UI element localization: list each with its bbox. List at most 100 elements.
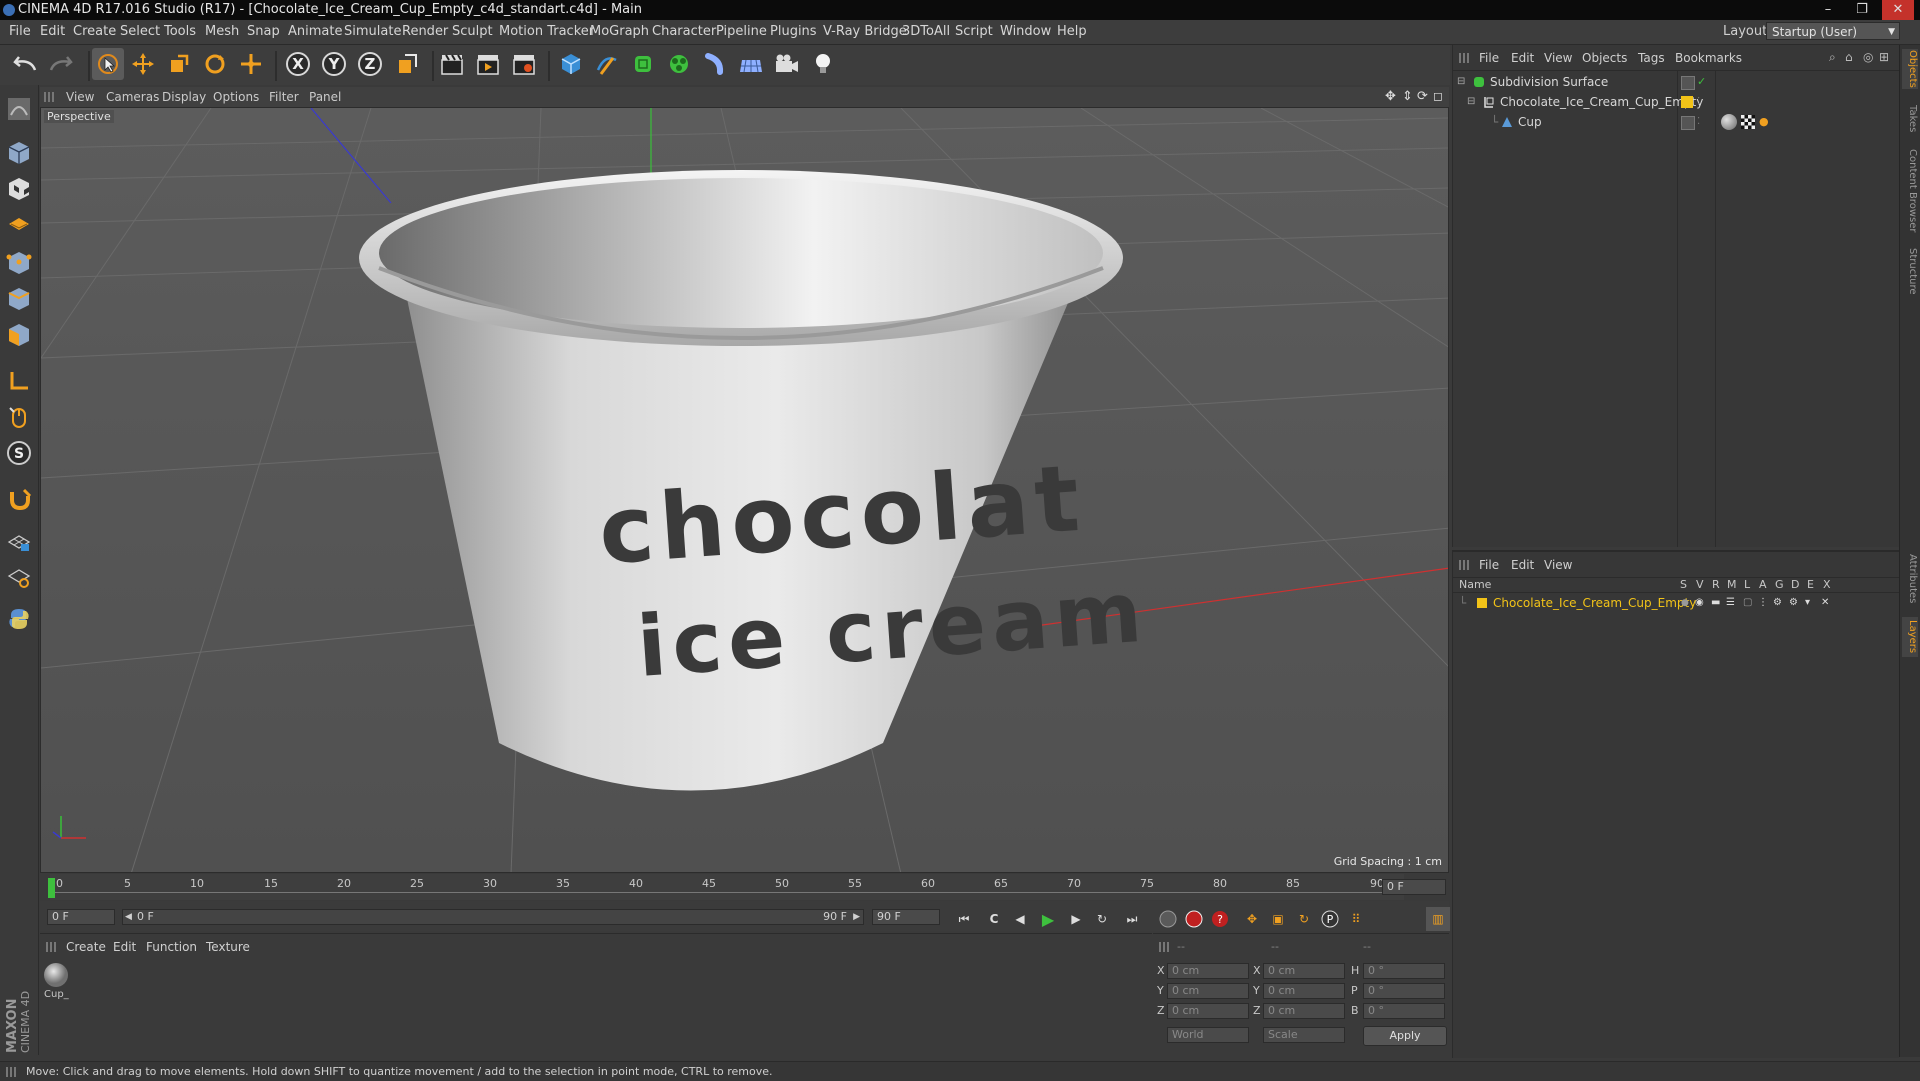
polygons-mode-button[interactable] (3, 319, 35, 351)
mat-menu-texture[interactable]: Texture (206, 940, 250, 954)
object-row-subdivision-surface[interactable]: ⊟ Subdivision Surface ✓ (1453, 73, 1899, 91)
vp-menu-filter[interactable]: Filter (269, 90, 299, 104)
keyframe-button[interactable] (1156, 907, 1180, 931)
vp-menu-cameras[interactable]: Cameras (106, 90, 159, 104)
tab-takes[interactable]: Takes (1902, 101, 1918, 137)
menu-select[interactable]: Select (120, 24, 160, 39)
rot-b-field[interactable]: 0 ° (1363, 1003, 1445, 1019)
menu-sculpt[interactable]: Sculpt (452, 24, 493, 39)
redo-button[interactable] (44, 48, 76, 80)
key-parameter-button[interactable]: P (1318, 907, 1342, 931)
layer-menu-edit[interactable]: Edit (1511, 558, 1534, 572)
menu-mesh[interactable]: Mesh (205, 24, 239, 39)
viewport-maximize-icon[interactable]: ◻ (1433, 89, 1443, 103)
texture-tag-icon[interactable] (1741, 115, 1755, 129)
om-menu-view[interactable]: View (1544, 51, 1572, 65)
timeline-ruler[interactable]: 0 5 10 15 20 25 30 35 40 45 50 55 60 65 … (40, 874, 1449, 901)
make-editable-button[interactable] (3, 93, 35, 125)
menu-animate[interactable]: Animate (288, 24, 342, 39)
live-selection-button[interactable] (92, 48, 124, 80)
previous-frame-button[interactable]: ◀ (1008, 907, 1032, 931)
pos-z-field[interactable]: 0 cm (1167, 1003, 1249, 1019)
cloner-button[interactable] (663, 48, 695, 80)
menu-simulate[interactable]: Simulate (344, 24, 401, 39)
layer-row[interactable]: └ Chocolate_Ice_Cream_Cup_Empty ● ◉ ▬ ☰ … (1453, 594, 1899, 612)
viewport-dolly-icon[interactable]: ⇕ (1402, 89, 1413, 104)
next-key-button[interactable]: ↻ (1090, 907, 1114, 931)
size-x-field[interactable]: 0 cm (1263, 963, 1345, 979)
auto-key-button[interactable]: ? (1208, 907, 1232, 931)
snap-button[interactable]: S (3, 437, 35, 469)
search-icon[interactable]: ⌕ (1829, 50, 1836, 65)
play-button[interactable]: ▶ (1036, 907, 1060, 931)
om-menu-objects[interactable]: Objects (1582, 51, 1627, 65)
rot-p-field[interactable]: 0 ° (1363, 983, 1445, 999)
viewport-move-icon[interactable]: ✥ (1385, 89, 1396, 104)
viewport-camera-label[interactable]: Perspective (44, 110, 114, 123)
workplane-mode-button[interactable] (3, 209, 35, 241)
menu-tools[interactable]: Tools (164, 24, 196, 39)
om-menu-bookmarks[interactable]: Bookmarks (1675, 51, 1742, 65)
next-frame-button[interactable]: ▶ (1064, 907, 1088, 931)
pin-icon[interactable]: ◎ (1863, 50, 1873, 64)
previous-key-button[interactable]: C (982, 907, 1006, 931)
om-menu-file[interactable]: File (1479, 51, 1499, 65)
axis-mode-button[interactable] (3, 365, 35, 397)
layer-menu-view[interactable]: View (1544, 558, 1572, 572)
mat-menu-edit[interactable]: Edit (113, 940, 136, 954)
go-to-end-button[interactable]: ⏭ (1120, 907, 1144, 931)
dot-toggle-icon[interactable]: ⁚ (1697, 113, 1700, 131)
menu-snap[interactable]: Snap (247, 24, 280, 39)
mat-menu-create[interactable]: Create (66, 940, 106, 954)
key-scale-button[interactable]: ▣ (1266, 907, 1290, 931)
current-frame-field[interactable]: 0 F (1382, 879, 1446, 895)
deformer-button[interactable] (699, 48, 731, 80)
start-frame-field[interactable]: 0 F (47, 909, 115, 925)
size-y-field[interactable]: 0 cm (1263, 983, 1345, 999)
visibility-toggle-icon[interactable] (1681, 76, 1695, 90)
layer-color-swatch[interactable] (1477, 598, 1487, 608)
floor-scene-button[interactable] (735, 48, 767, 80)
key-position-button[interactable]: ✥ (1240, 907, 1264, 931)
object-row-ice-cream-cup-null[interactable]: ⊟ Chocolate_Ice_Cream_Cup_Empty ⁚ (1453, 93, 1899, 111)
menu-file[interactable]: File (9, 24, 31, 39)
pos-y-field[interactable]: 0 cm (1167, 983, 1249, 999)
manager-list-icon[interactable]: ☰ (1726, 594, 1735, 612)
coordinate-mode-select[interactable]: World (1167, 1027, 1249, 1043)
z-axis-toggle[interactable]: Z (354, 48, 386, 80)
menu-mograph[interactable]: MoGraph (590, 24, 649, 39)
size-mode-select[interactable]: Scale (1263, 1027, 1345, 1043)
planar-workplane-button[interactable] (3, 561, 35, 593)
material-tag-icon[interactable] (1721, 114, 1737, 130)
menu-pipeline[interactable]: Pipeline (716, 24, 767, 39)
menu-plugins[interactable]: Plugins (770, 24, 817, 39)
layer-menu-file[interactable]: File (1479, 558, 1499, 572)
dot-toggle-icon[interactable]: ⁚ (1697, 93, 1700, 111)
expression-icon[interactable]: ▾ (1805, 594, 1810, 612)
vp-menu-panel[interactable]: Panel (309, 90, 341, 104)
eye-icon[interactable]: ◉ (1695, 594, 1704, 612)
layer-color-swatch[interactable] (1681, 96, 1693, 108)
vp-menu-display[interactable]: Display (162, 90, 206, 104)
om-menu-edit[interactable]: Edit (1511, 51, 1534, 65)
lock-icon[interactable]: ▢ (1743, 594, 1752, 612)
frame-range-slider[interactable]: ◀ 0 F 90 F ▶ (122, 909, 864, 925)
new-window-icon[interactable]: ⊞ (1879, 50, 1889, 64)
tweak-mode-button[interactable] (3, 401, 35, 433)
apply-button[interactable]: Apply (1363, 1026, 1447, 1046)
render-settings-button[interactable] (508, 48, 540, 80)
light-button[interactable] (807, 48, 839, 80)
recent-tools-button[interactable] (235, 48, 267, 80)
minimize-button[interactable]: – (1812, 0, 1844, 20)
tab-objects[interactable]: Objects (1902, 49, 1918, 89)
pos-x-field[interactable]: 0 cm (1167, 963, 1249, 979)
record-button[interactable] (1182, 907, 1206, 931)
menu-render[interactable]: Render (402, 24, 448, 39)
magnet-button[interactable] (3, 483, 35, 515)
viewport-rotate-icon[interactable]: ⟳ (1417, 89, 1428, 104)
menu-character[interactable]: Character (652, 24, 716, 39)
playhead[interactable] (48, 878, 55, 898)
3d-viewport[interactable]: chocolat ice cream Perspective Grid Spac… (40, 107, 1449, 873)
tab-content-browser[interactable]: Content Browser (1902, 145, 1918, 237)
size-z-field[interactable]: 0 cm (1263, 1003, 1345, 1019)
